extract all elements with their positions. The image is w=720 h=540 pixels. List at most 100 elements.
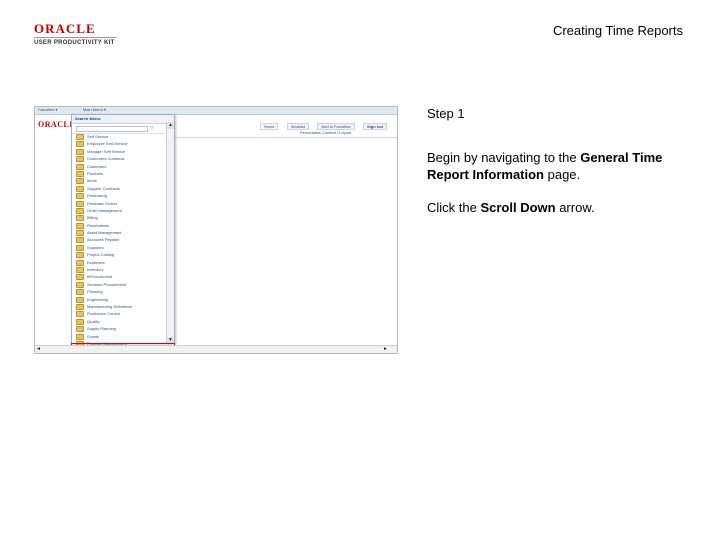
menu-item-label: Grants — [87, 333, 100, 339]
menu-item[interactable]: Supply Planning› — [72, 325, 172, 333]
scroll-left-arrow[interactable]: ◄ — [35, 346, 42, 353]
menu-item[interactable]: Employee Self-Service› — [72, 140, 172, 148]
menu-item[interactable]: Purchasing› — [72, 192, 172, 200]
folder-icon — [76, 252, 84, 259]
menu-item[interactable]: Customers Contracts› — [72, 155, 172, 163]
logo-product: USER PRODUCTIVITY KIT — [34, 40, 115, 46]
folder-icon — [76, 230, 84, 237]
folder-icon — [76, 281, 84, 288]
menu-item-label: Accounts Payable — [87, 237, 120, 243]
menu-item[interactable]: eProcurement› — [72, 273, 172, 281]
menu-item-label: Self Service — [87, 134, 109, 139]
folder-icon — [76, 326, 84, 333]
menu-item-label: Project Costing — [87, 252, 115, 258]
menu-item-label: Engineering — [87, 296, 109, 302]
folder-icon — [76, 267, 84, 274]
menu-item-label: Purchasing — [87, 193, 108, 199]
application-screenshot: Favorites ▾ Main Menu ▾ ORACLE Home Work… — [34, 106, 398, 354]
signout-link[interactable]: Sign out — [363, 123, 387, 130]
scroll-up-arrow[interactable]: ▲ — [167, 122, 174, 129]
menu-item-label: eProcurement — [87, 274, 113, 280]
folder-icon — [76, 178, 84, 185]
menu-item[interactable]: Customers — [72, 163, 172, 170]
menu-item[interactable]: Services Procurement› — [72, 281, 172, 288]
worklist-link[interactable]: Worklist — [286, 123, 309, 130]
step-instruction: Click the Scroll Down arrow. — [427, 200, 595, 215]
folder-icon — [76, 141, 84, 148]
menu-item-label: Customers Contracts — [87, 156, 125, 162]
search-icon[interactable]: ○ — [150, 125, 154, 131]
menu-item-label: Customers — [87, 163, 107, 169]
vertical-scrollbar[interactable]: ▲ ▼ — [166, 122, 174, 344]
menu-item-label: Planning — [87, 289, 103, 295]
menu-item[interactable]: Planning — [72, 288, 172, 296]
menu-item-label: Purchase Orders — [87, 200, 118, 206]
scroll-right-arrow[interactable]: ► — [382, 346, 389, 353]
menu-item[interactable]: Accounts Payable› — [72, 236, 172, 244]
menu-item[interactable]: Asset Management› — [72, 229, 172, 237]
menu-search-input[interactable] — [76, 126, 148, 132]
folder-icon — [76, 303, 84, 310]
menu-item-label: Quality — [87, 318, 100, 324]
menu-item[interactable]: Engineering — [72, 296, 172, 303]
menu-item[interactable]: Order Management› — [72, 207, 172, 214]
menu-item-label: Employee Self-Service — [87, 141, 128, 147]
folder-icon — [76, 311, 84, 318]
menu-item-label: Items — [87, 178, 97, 184]
add-favorites-link[interactable]: Add to Favorites — [317, 123, 355, 130]
menu-item[interactable]: Self Service› — [72, 133, 172, 140]
folder-icon — [76, 207, 84, 214]
menu-item[interactable]: Manager Self Service› — [72, 148, 172, 155]
menu-item[interactable]: Expenses› — [72, 259, 172, 266]
step-description: Begin by navigating to the General Time … — [427, 150, 663, 182]
main-menu[interactable]: Main Menu ▾ — [83, 107, 106, 112]
menu-item[interactable]: Inventory› — [72, 266, 172, 274]
folder-icon — [76, 333, 84, 340]
folder-icon — [76, 244, 84, 251]
folder-icon — [76, 215, 84, 222]
folder-icon — [76, 193, 84, 200]
menu-item[interactable]: Project Costing› — [72, 251, 172, 259]
menu-item-label: Production Control — [87, 311, 121, 317]
menu-item-label: Receivables — [87, 222, 109, 228]
personalize-links[interactable]: Personalize Content | Layout — [300, 130, 351, 135]
folder-icon — [76, 289, 84, 296]
folder-icon — [76, 148, 84, 155]
header-links: Home Worklist Add to Favorites Sign out — [256, 115, 387, 130]
menu-item[interactable]: Supplier Contracts› — [72, 185, 172, 192]
document-title: Creating Time Reports — [552, 23, 683, 38]
folder-icon — [76, 200, 84, 207]
menu-item-label: Inventory — [87, 267, 104, 273]
menu-item[interactable]: Products — [72, 170, 172, 177]
folder-icon — [76, 170, 84, 177]
menu-item-label: Manager Self Service — [87, 148, 126, 154]
menu-item[interactable]: Billing› — [72, 214, 172, 222]
oracle-upk-logo: ORACLE USER PRODUCTIVITY KIT — [34, 22, 124, 46]
horizontal-scrollbar[interactable]: ◄ ► — [35, 345, 397, 353]
menu-item[interactable]: Grants — [72, 333, 172, 340]
home-link[interactable]: Home — [259, 123, 279, 130]
menu-item-label: Products — [87, 170, 103, 176]
menu-item[interactable]: Quality — [72, 318, 172, 325]
header-divider — [175, 137, 397, 138]
menu-item-label: Billing — [87, 215, 98, 221]
logo-brand: ORACLE — [34, 21, 96, 36]
menu-item-label: Supplier Contracts — [87, 185, 120, 191]
menu-item[interactable]: Purchase Orders› — [72, 200, 172, 207]
menu-item[interactable]: Items› — [72, 177, 172, 185]
folder-icon — [76, 274, 84, 281]
menu-item[interactable]: Suppliers› — [72, 244, 172, 251]
menu-title: Search Menu: — [72, 115, 174, 124]
folder-icon — [76, 259, 84, 266]
step-title: Step 1 — [427, 106, 465, 121]
menu-item[interactable]: Receivables› — [72, 222, 172, 229]
menu-item[interactable]: Production Control› — [72, 310, 172, 318]
app-brand: ORACLE — [38, 120, 76, 129]
menu-item[interactable]: Manufacturing Definitions› — [72, 303, 172, 310]
menu-item-label: Expenses — [87, 259, 105, 265]
folder-icon — [76, 296, 84, 303]
folder-icon — [76, 185, 84, 192]
favorites-menu[interactable]: Favorites ▾ — [38, 107, 58, 112]
menu-item-label: Services Procurement — [87, 281, 127, 287]
menu-list: Self Service›Employee Self-Service›Manag… — [72, 133, 172, 352]
